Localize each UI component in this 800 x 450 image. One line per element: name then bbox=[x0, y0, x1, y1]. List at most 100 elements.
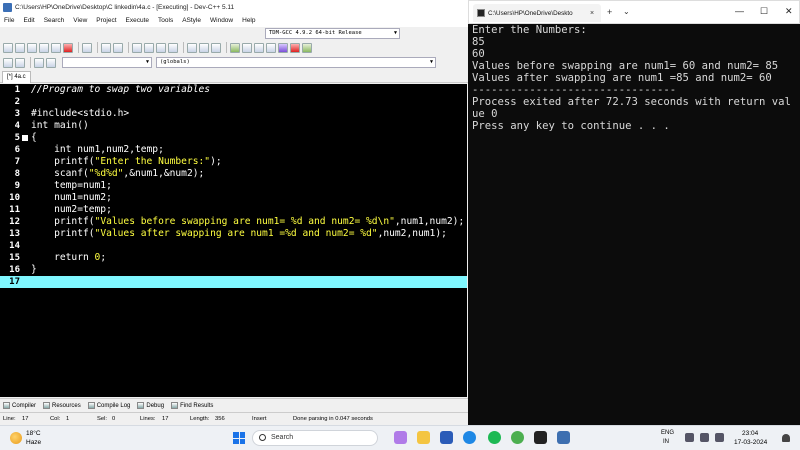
chart-icon[interactable] bbox=[302, 42, 312, 53]
find-icon[interactable] bbox=[132, 42, 142, 53]
code-line[interactable]: 14 bbox=[0, 240, 467, 252]
console-titlebar[interactable]: C:\Users\HP\OneDrive\Deskto × + ⌄ — ☐ ✕ bbox=[468, 0, 800, 24]
maximize-icon[interactable]: ☐ bbox=[760, 6, 768, 17]
new-project-icon[interactable] bbox=[187, 42, 197, 53]
notification-bell-icon[interactable] bbox=[782, 434, 790, 442]
devcpp-app-icon[interactable] bbox=[557, 431, 570, 444]
menu-project[interactable]: Project bbox=[96, 17, 116, 24]
class-select[interactable]: ▼ bbox=[62, 57, 152, 68]
menu-window[interactable]: Window bbox=[210, 17, 233, 24]
class-browser-icon[interactable] bbox=[211, 42, 221, 53]
save-all-icon[interactable] bbox=[39, 42, 49, 53]
code-line[interactable]: 5 { bbox=[0, 132, 467, 144]
menu-edit[interactable]: Edit bbox=[23, 17, 34, 24]
wifi-icon[interactable] bbox=[685, 433, 694, 442]
battery-icon[interactable] bbox=[715, 433, 724, 442]
close-tab-icon[interactable]: × bbox=[590, 10, 594, 17]
menu-file[interactable]: File bbox=[4, 17, 14, 24]
tray-region[interactable]: IN bbox=[663, 439, 669, 445]
panel-tab-compile-log[interactable]: Compile Log bbox=[87, 402, 130, 409]
code-line[interactable]: 7 printf("Enter the Numbers:"); bbox=[0, 156, 467, 168]
save-icon[interactable] bbox=[27, 42, 37, 53]
spotify-app-icon[interactable] bbox=[488, 431, 501, 444]
menu-help[interactable]: Help bbox=[242, 17, 255, 24]
minimize-icon[interactable]: — bbox=[735, 6, 744, 16]
code-line[interactable]: 9 temp=num1; bbox=[0, 180, 467, 192]
code-line-active[interactable]: 17 bbox=[0, 276, 467, 288]
console-line: 60 bbox=[472, 48, 485, 60]
close-file-icon[interactable] bbox=[51, 42, 61, 53]
syntax-check-icon[interactable] bbox=[278, 42, 288, 53]
console-tab[interactable]: C:\Users\HP\OneDrive\Deskto × bbox=[473, 4, 601, 22]
run-icon[interactable] bbox=[242, 42, 252, 53]
menu-tools[interactable]: Tools bbox=[158, 17, 173, 24]
compiler-select-value: TDM-GCC 4.9.2 64-bit Release bbox=[269, 30, 362, 36]
goto-line-icon[interactable] bbox=[168, 42, 178, 53]
copilot-app-icon[interactable] bbox=[394, 431, 407, 444]
word-app-icon[interactable] bbox=[440, 431, 453, 444]
compile-icon[interactable] bbox=[230, 42, 240, 53]
code-line[interactable]: 3 #include<stdio.h> bbox=[0, 108, 467, 120]
weather-temperature[interactable]: 18°C bbox=[26, 430, 41, 437]
code-line[interactable]: 1 //Program to swap two variables bbox=[0, 84, 467, 96]
menu-search[interactable]: Search bbox=[44, 17, 65, 24]
code-line[interactable]: 10 num1=num2; bbox=[0, 192, 467, 204]
unindent-icon[interactable] bbox=[15, 57, 25, 68]
compiler-select[interactable]: TDM-GCC 4.9.2 64-bit Release ▼ bbox=[265, 28, 400, 39]
scope-select[interactable]: (globals) ▼ bbox=[156, 57, 436, 68]
print-icon[interactable] bbox=[82, 42, 92, 53]
volume-icon[interactable] bbox=[700, 433, 709, 442]
stop-execution-icon[interactable] bbox=[290, 42, 300, 53]
indent-icon[interactable] bbox=[3, 57, 13, 68]
tab-4a-c[interactable]: [*] 4a.c bbox=[2, 71, 31, 83]
find-results-icon bbox=[171, 402, 179, 409]
code-line[interactable]: 13 printf("Values after swapping are num… bbox=[0, 228, 467, 240]
file-explorer-icon[interactable] bbox=[417, 431, 430, 444]
weather-condition[interactable]: Haze bbox=[26, 439, 41, 446]
code-line[interactable]: 15 return 0; bbox=[0, 252, 467, 264]
open-file-icon[interactable] bbox=[15, 42, 25, 53]
clock-date[interactable]: 17-03-2024 bbox=[734, 439, 767, 446]
edge-browser-icon[interactable] bbox=[463, 431, 476, 444]
windows-start-icon[interactable] bbox=[233, 432, 245, 444]
code-line[interactable]: 8 scanf("%d%d",&num1,&num2); bbox=[0, 168, 467, 180]
taskbar-search[interactable]: Search bbox=[252, 430, 378, 446]
code-line[interactable]: 4 int main() bbox=[0, 120, 467, 132]
menu-execute[interactable]: Execute bbox=[126, 17, 150, 24]
panel-tab-find-results[interactable]: Find Results bbox=[171, 402, 213, 409]
ide-titlebar[interactable]: C:\Users\HP\OneDrive\Desktop\C linkedin\… bbox=[0, 0, 468, 14]
close-all-icon[interactable] bbox=[63, 42, 73, 53]
panel-tab-debug[interactable]: Debug bbox=[137, 402, 164, 409]
compile-run-icon[interactable] bbox=[254, 42, 264, 53]
terminal-app-icon[interactable] bbox=[534, 431, 547, 444]
goto-bookmark-icon[interactable] bbox=[46, 57, 56, 68]
clock-time[interactable]: 23:04 bbox=[742, 430, 758, 437]
replace-icon[interactable] bbox=[144, 42, 154, 53]
find-next-icon[interactable] bbox=[156, 42, 166, 53]
menu-view[interactable]: View bbox=[73, 17, 87, 24]
panel-tab-resources[interactable]: Resources bbox=[43, 402, 81, 409]
chevron-down-icon[interactable]: ⌄ bbox=[623, 7, 630, 16]
code-line[interactable]: 6 int num1,num2,temp; bbox=[0, 144, 467, 156]
code-line[interactable]: 12 printf("Values before swapping are nu… bbox=[0, 216, 467, 228]
weather-icon[interactable] bbox=[10, 432, 22, 444]
terminal-icon bbox=[477, 9, 485, 17]
close-icon[interactable]: ✕ bbox=[785, 6, 793, 17]
new-file-icon[interactable] bbox=[3, 42, 13, 53]
code-line[interactable]: 16 } bbox=[0, 264, 467, 276]
menu-astyle[interactable]: AStyle bbox=[182, 17, 201, 24]
undo-icon[interactable] bbox=[101, 42, 111, 53]
code-line[interactable]: 2 bbox=[0, 96, 467, 108]
new-tab-icon[interactable]: + bbox=[607, 7, 612, 17]
panel-tab-compiler[interactable]: Compiler bbox=[3, 402, 36, 409]
chrome-browser-icon[interactable] bbox=[511, 431, 524, 444]
project-options-icon[interactable] bbox=[199, 42, 209, 53]
redo-icon[interactable] bbox=[113, 42, 123, 53]
fold-marker-icon[interactable] bbox=[22, 135, 28, 141]
code-editor[interactable]: 1 //Program to swap two variables 2 3 #i… bbox=[0, 84, 467, 397]
tray-language[interactable]: ENG bbox=[661, 430, 674, 436]
console-output[interactable]: Enter the Numbers: 85 60 Values before s… bbox=[472, 24, 798, 132]
code-line[interactable]: 11 num2=temp; bbox=[0, 204, 467, 216]
bookmark-icon[interactable] bbox=[34, 57, 44, 68]
rebuild-all-icon[interactable] bbox=[266, 42, 276, 53]
